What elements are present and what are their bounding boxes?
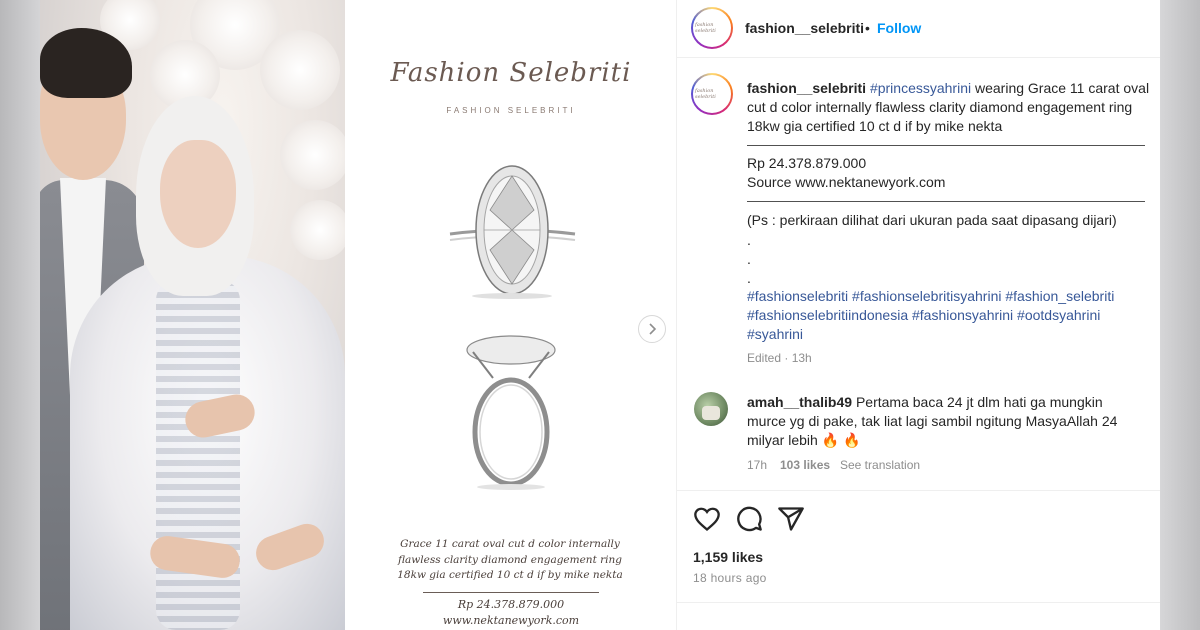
post-sidebar: fashion selebriti fashion__selebriti • F…: [677, 0, 1160, 630]
comment-box-divider: [677, 602, 1160, 603]
comment-line-2: murce yg di pake, tak liat lagi sambil n…: [747, 413, 1118, 429]
caption-hashtags[interactable]: #fashionselebritiindonesia #fashionsyahr…: [747, 306, 1100, 326]
comment-likes[interactable]: 103 likes: [780, 458, 830, 472]
comment-icon[interactable]: [735, 505, 763, 533]
flower-decoration: [260, 30, 340, 110]
caption-source: Source www.nektanewyork.com: [747, 174, 946, 190]
brand-subtitle: FASHION SELEBRITI: [446, 106, 576, 115]
comment-line-3: milyar lebih 🔥 🔥: [747, 432, 861, 448]
dress-embroidery: [156, 280, 240, 630]
caption-username[interactable]: fashion__selebriti: [747, 80, 866, 96]
image-caption-divider: [423, 592, 599, 593]
profile-avatar[interactable]: fashion selebriti: [691, 7, 733, 49]
image-caption-line: Grace 11 carat oval cut d color internal…: [400, 538, 620, 550]
caption-text: wearing Grace 11 carat oval: [971, 80, 1150, 96]
post-header: fashion selebriti fashion__selebriti • F…: [677, 0, 1160, 58]
header-separator: •: [865, 20, 870, 36]
flower-decoration: [280, 120, 345, 190]
follow-button[interactable]: Follow: [877, 20, 921, 36]
caption-mention[interactable]: #princessyahrini: [870, 80, 971, 96]
ring-side-view: [466, 335, 556, 490]
comment-line-1: amah__thalib49 Pertama baca 24 jt dlm ha…: [747, 393, 1103, 413]
post-image-panel: Fashion Selebriti FASHION SELEBRITI Grac…: [345, 0, 677, 630]
caption-price: Rp 24.378.879.000: [747, 155, 867, 171]
avatar-logo-text: fashion selebriti: [695, 22, 716, 34]
comment-likes-label: 103 likes: [780, 458, 831, 472]
woman-face: [160, 140, 236, 248]
caption-line-1: fashion__selebriti #princessyahrini wear…: [747, 79, 1149, 99]
caption-divider: [747, 201, 1145, 202]
image-caption: Grace 11 carat oval cut d color internal…: [385, 537, 635, 584]
image-caption-line: flawless clarity diamond engagement ring: [398, 553, 622, 566]
post-time: 18 hours ago: [693, 571, 767, 585]
caption-hashtags[interactable]: #fashionselebriti #fashionselebritisyahr…: [747, 287, 1114, 307]
caption-avatar[interactable]: fashion selebriti: [691, 73, 733, 115]
post-photo: [40, 0, 345, 630]
caption-edited: Edited · 13h: [747, 351, 812, 365]
caption-line-3: 18kw gia certified 10 ct d if by mike ne…: [747, 118, 1003, 134]
caption-dot: .: [747, 232, 751, 248]
chevron-right-icon: [649, 323, 657, 335]
avatar-figure: [702, 406, 720, 420]
avatar-logo-text: fashion selebriti: [695, 88, 716, 100]
background-right: [1160, 0, 1200, 630]
brand-script-title: Fashion Selebriti: [390, 58, 632, 88]
image-caption-price: Rp 24.378.879.000: [457, 598, 565, 611]
caption-note: (Ps : perkiraan dilihat dari ukuran pada…: [747, 212, 1117, 228]
comment-avatar[interactable]: [694, 392, 728, 426]
like-count[interactable]: 1,159 likes: [693, 549, 763, 565]
caption-line-2: cut d color internally flawless clarity …: [747, 99, 1133, 115]
image-caption-line: 18kw gia certified 10 ct d if by mike ne…: [397, 569, 623, 581]
image-caption-source: www.nektanewyork.com: [442, 614, 580, 627]
caption-dot: .: [747, 270, 751, 286]
next-image-button[interactable]: [638, 315, 666, 343]
heart-icon[interactable]: [693, 505, 721, 533]
comment-text: Pertama baca 24 jt dlm hati ga mungkin: [852, 394, 1103, 410]
background-left: [0, 0, 40, 630]
caption-dot: .: [747, 251, 751, 267]
comment-time: 17h: [747, 458, 768, 472]
ring-top-view: [449, 165, 576, 299]
flower-decoration: [290, 200, 345, 260]
post-actions: 1,159 likes 18 hours ago: [677, 490, 1160, 630]
share-icon[interactable]: [777, 505, 805, 533]
see-translation-link[interactable]: See translation: [840, 458, 920, 472]
header-username[interactable]: fashion__selebriti: [745, 20, 864, 36]
caption-hashtags[interactable]: #syahrini: [747, 325, 803, 345]
caption-divider: [747, 145, 1145, 146]
comment-username[interactable]: amah__thalib49: [747, 394, 852, 410]
